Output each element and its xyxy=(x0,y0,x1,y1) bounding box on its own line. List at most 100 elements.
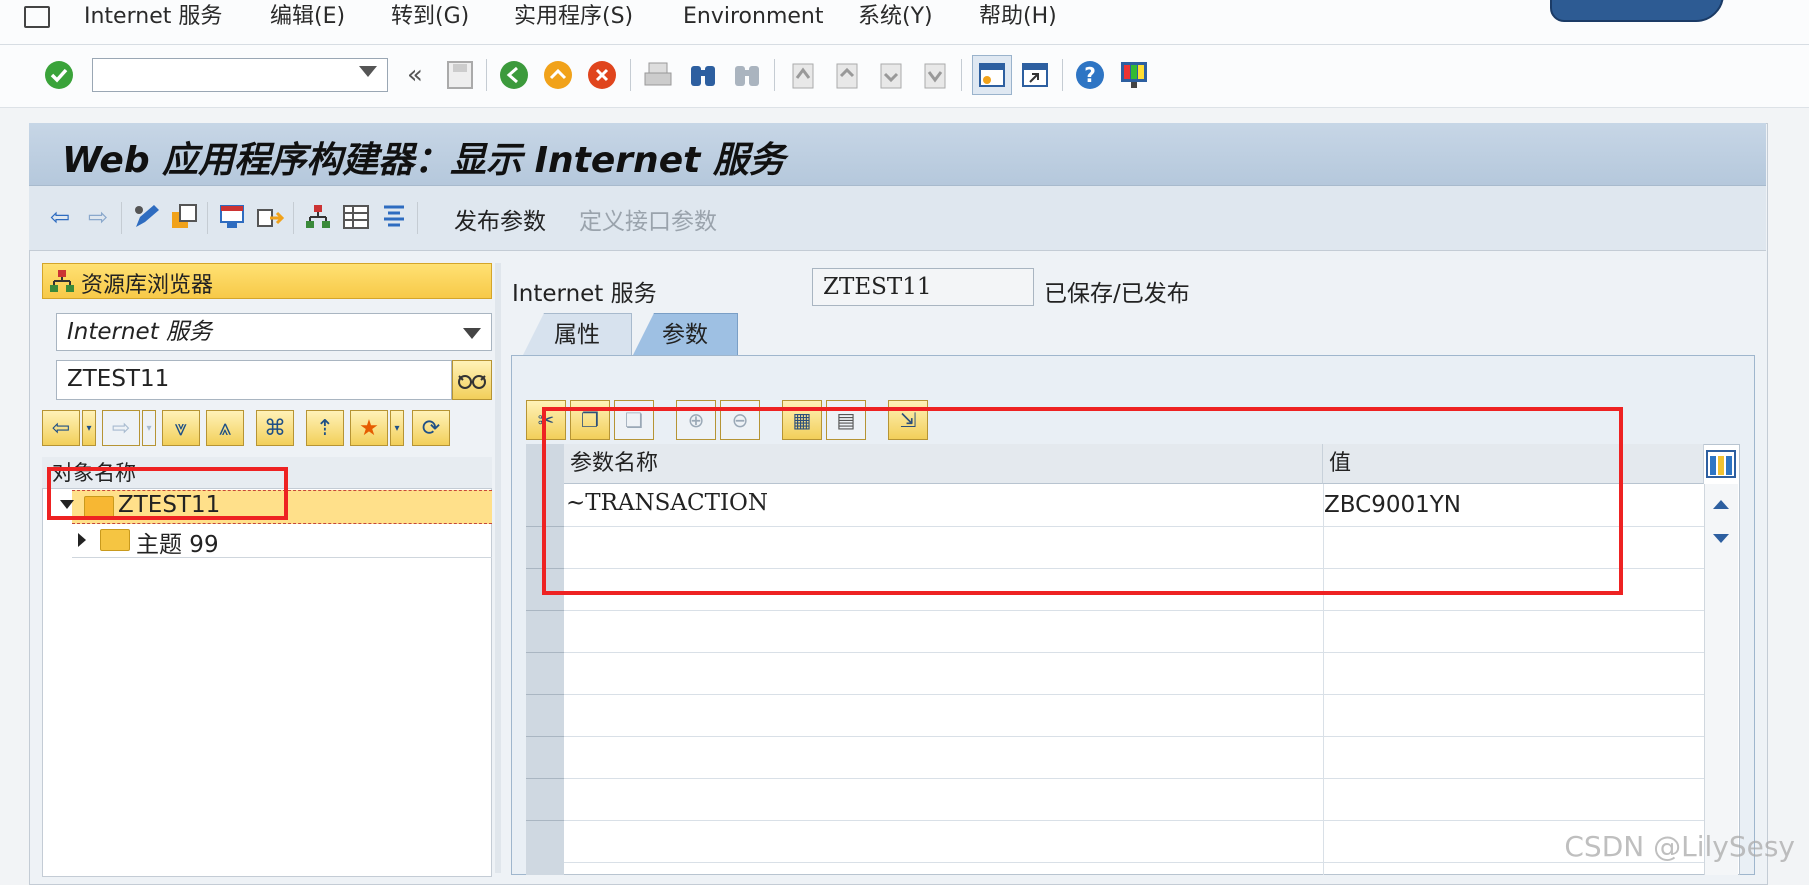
where-used-icon[interactable] xyxy=(377,200,411,234)
toolbar-separator xyxy=(630,59,631,91)
menu-internet-service[interactable]: Internet 服务 xyxy=(84,2,222,32)
arrow-left-icon[interactable]: ⇦ xyxy=(43,200,77,234)
cancel-icon[interactable] xyxy=(585,58,619,92)
page-title: Web 应用程序构建器：显示 Internet 服务 xyxy=(62,140,785,181)
expand-icon: ⩔ xyxy=(174,415,188,441)
chevron-down-icon: ▾ xyxy=(394,422,400,434)
display-object-list-icon[interactable] xyxy=(339,200,373,234)
nav-back-button[interactable]: ⇦ xyxy=(42,410,80,446)
refresh-icon: ⟳ xyxy=(421,415,441,441)
scroll-down-icon[interactable] xyxy=(1713,534,1729,543)
enter-check-icon[interactable] xyxy=(42,58,76,92)
row-selector-divider xyxy=(526,694,564,695)
splitter[interactable] xyxy=(495,263,501,873)
customize-layout-icon[interactable] xyxy=(1117,58,1151,92)
toolbar-separator xyxy=(774,59,775,91)
next-page-icon[interactable] xyxy=(873,58,907,92)
tree-node-theme-99[interactable]: 主题 99 xyxy=(136,525,219,559)
help-icon[interactable]: ? xyxy=(1073,58,1107,92)
row-selector-divider xyxy=(526,778,564,779)
row-divider xyxy=(564,736,1704,737)
application-toolbar: ⇦ ⇨ 发布参数 定义接口参数 xyxy=(29,186,1766,251)
row-divider xyxy=(564,820,1704,821)
favorites-button[interactable]: ★ xyxy=(350,410,388,446)
menu-edit[interactable]: 编辑(E) xyxy=(270,2,345,32)
edit-display-icon[interactable] xyxy=(129,200,163,234)
find-icon[interactable] xyxy=(686,58,720,92)
exit-icon[interactable] xyxy=(541,58,575,92)
last-page-icon[interactable] xyxy=(917,58,951,92)
column-layout-button[interactable] xyxy=(1704,448,1738,480)
publish-params-button[interactable]: 发布参数 xyxy=(454,202,546,236)
collapse-all-button[interactable]: ⩓ xyxy=(206,410,244,446)
object-type-select[interactable]: Internet 服务 xyxy=(56,313,492,351)
glasses-icon xyxy=(458,375,486,389)
folder-icon xyxy=(100,529,130,551)
vertical-scrollbar[interactable] xyxy=(1704,484,1738,875)
highlight-box-tree-node xyxy=(47,467,288,520)
highlight-box-parameters xyxy=(542,407,1623,595)
svg-text:?: ? xyxy=(1084,63,1096,87)
menu-system[interactable]: 系统(Y) xyxy=(858,2,933,32)
nav-back-dropdown[interactable]: ▾ xyxy=(82,410,96,446)
find-button[interactable]: ⌘ xyxy=(256,410,294,446)
define-interface-params-button[interactable]: 定义接口参数 xyxy=(579,202,717,236)
hierarchy-icon[interactable] xyxy=(301,200,335,234)
refresh-button[interactable]: ⟳ xyxy=(412,410,450,446)
hierarchy-icon xyxy=(49,269,75,299)
arrow-right-icon[interactable]: ⇨ xyxy=(81,200,115,234)
object-name-value: ZTEST11 xyxy=(67,366,170,392)
chevron-down-icon: ▾ xyxy=(146,422,152,434)
tree-row-divider xyxy=(72,557,492,558)
chevron-down-icon: ▾ xyxy=(86,422,92,434)
favorites-dropdown[interactable]: ▾ xyxy=(390,410,404,446)
hierarchy-up-icon: ⇡ xyxy=(315,415,335,441)
prev-page-icon[interactable] xyxy=(829,58,863,92)
nav-forward-button[interactable]: ⇨ xyxy=(102,410,140,446)
menu-environment[interactable]: Environment xyxy=(683,2,823,32)
hierarchy-up-button[interactable]: ⇡ xyxy=(306,410,344,446)
expand-all-button[interactable]: ⩔ xyxy=(162,410,200,446)
column-layout-icon xyxy=(1706,450,1736,478)
back-double-icon[interactable]: « xyxy=(398,58,432,92)
nav-forward-dropdown[interactable]: ▾ xyxy=(142,410,156,446)
toolbar-separator xyxy=(293,202,294,234)
menu-bar: Internet 服务 编辑(E) 转到(G) 实用程序(S) Environm… xyxy=(0,0,1809,45)
activate-icon[interactable] xyxy=(253,200,287,234)
print-icon[interactable] xyxy=(641,58,675,92)
other-object-icon[interactable] xyxy=(167,200,201,234)
find-next-icon[interactable] xyxy=(730,58,764,92)
menu-utilities[interactable]: 实用程序(S) xyxy=(514,2,633,32)
row-divider xyxy=(564,694,1704,695)
arrow-right-icon: ⇨ xyxy=(111,415,131,441)
row-divider xyxy=(564,862,1704,863)
toolbar-separator xyxy=(486,59,487,91)
check-object-icon[interactable] xyxy=(215,200,249,234)
row-selector-divider xyxy=(526,652,564,653)
sap-logo xyxy=(1550,0,1724,22)
toolbar-separator xyxy=(207,202,208,234)
first-page-icon[interactable] xyxy=(785,58,819,92)
standard-toolbar: « ? xyxy=(0,45,1809,108)
menu-help[interactable]: 帮助(H) xyxy=(979,2,1057,32)
display-glasses-button[interactable] xyxy=(452,360,492,400)
back-icon[interactable] xyxy=(497,58,531,92)
menu-goto[interactable]: 转到(G) xyxy=(391,2,469,32)
menu-icon[interactable] xyxy=(24,6,50,28)
scroll-up-icon[interactable] xyxy=(1713,500,1729,509)
service-name-value: ZTEST11 xyxy=(823,274,932,300)
repository-browser-header[interactable]: 资源库浏览器 xyxy=(42,263,492,299)
toolbar-separator xyxy=(1062,59,1063,91)
object-name-input[interactable]: ZTEST11 xyxy=(56,360,452,400)
chevron-down-icon[interactable] xyxy=(359,66,377,77)
collapse-icon: ⩓ xyxy=(218,415,232,441)
shortcut-icon[interactable] xyxy=(1018,58,1052,92)
star-icon: ★ xyxy=(359,415,379,441)
chevron-right-icon[interactable] xyxy=(78,533,86,547)
save-icon[interactable] xyxy=(443,58,477,92)
toolbar-separator xyxy=(961,59,962,91)
chevron-down-icon[interactable] xyxy=(463,328,481,339)
service-name-field: ZTEST11 xyxy=(812,268,1034,306)
command-field[interactable] xyxy=(92,58,388,92)
new-session-icon[interactable] xyxy=(972,55,1012,95)
